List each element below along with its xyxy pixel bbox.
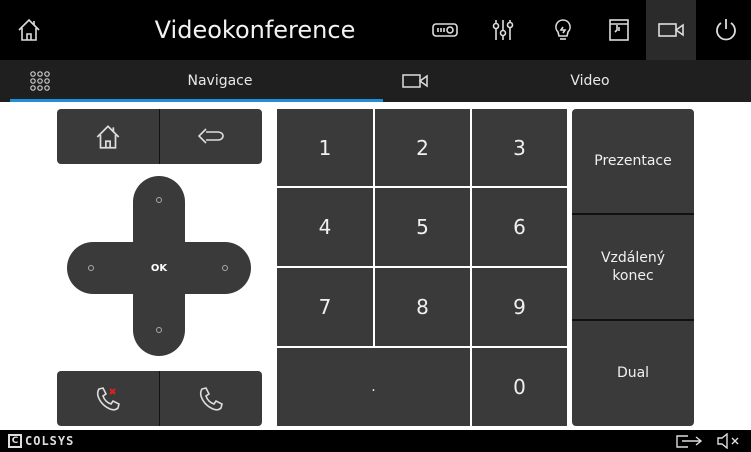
mute-icon [717,433,739,449]
camera-icon [658,23,684,37]
call-button[interactable] [160,371,262,426]
menu-button[interactable] [20,60,60,102]
home-icon [18,18,40,41]
nav-home-button[interactable] [57,109,159,164]
logo-text: COLSYS [25,434,75,448]
hangup-button[interactable] [57,371,159,426]
dpad-left-button[interactable] [88,265,94,271]
hangup-icon [96,386,120,411]
bulb-icon [555,19,571,40]
key-dot[interactable]: . [277,348,470,426]
tab-bar: Navigace Video [0,60,751,102]
keypad: 1 2 3 4 5 6 7 8 9 . 0 [277,109,567,426]
videoconference-button[interactable] [646,0,696,60]
tab-video[interactable]: Video [540,60,640,102]
screen-button[interactable] [594,0,644,60]
lights-button[interactable] [538,0,588,60]
vzdaleny-konec-button[interactable]: Vzdálený konec [572,215,694,319]
page-title: Videokonference [154,16,356,44]
nav-button-group [57,109,262,164]
key-3[interactable]: 3 [472,109,567,186]
bottom-bar: C COLSYS [0,430,751,452]
key-7[interactable]: 7 [277,268,373,346]
projector-icon [432,23,458,37]
exit-button[interactable] [672,432,706,450]
key-4[interactable]: 4 [277,188,373,266]
dpad-down-button[interactable] [156,327,162,333]
call-icon [199,386,223,411]
dual-button[interactable]: Dual [572,321,694,426]
key-1[interactable]: 1 [277,109,373,186]
home-icon [96,124,120,149]
logo-mark: C [8,434,22,448]
colsys-logo: C COLSYS [8,433,74,449]
projector-button[interactable] [420,0,470,60]
mute-button[interactable] [712,432,746,450]
exit-icon [676,435,703,448]
key-2[interactable]: 2 [375,109,470,186]
back-arrow-icon [197,127,224,144]
top-bar: Videokonference [0,0,751,60]
key-6[interactable]: 6 [472,188,567,266]
tab-video-label: Video [570,73,610,89]
key-0[interactable]: 0 [472,348,567,426]
dpad-up-button[interactable] [156,197,162,203]
tab-video-icon[interactable] [385,60,445,102]
tab-navigace[interactable]: Navigace [150,60,290,102]
key-9[interactable]: 9 [472,268,567,346]
power-button[interactable] [701,0,751,60]
mixer-button[interactable] [478,0,528,60]
grid-dots-icon [30,71,50,91]
call-button-group [57,371,262,426]
nav-back-button[interactable] [160,109,262,164]
tab-navigace-label: Navigace [187,73,253,89]
key-5[interactable]: 5 [375,188,470,266]
dpad-ok-button[interactable]: OK [133,242,185,294]
screen-icon [609,19,629,41]
power-icon [716,19,736,41]
dpad-right-button[interactable] [222,265,228,271]
mixer-icon [492,20,514,40]
side-button-group: Prezentace Vzdálený konec Dual [572,109,694,426]
home-button[interactable] [0,0,58,60]
camera-icon [402,74,428,88]
prezentace-button[interactable]: Prezentace [572,109,694,213]
key-8[interactable]: 8 [375,268,470,346]
